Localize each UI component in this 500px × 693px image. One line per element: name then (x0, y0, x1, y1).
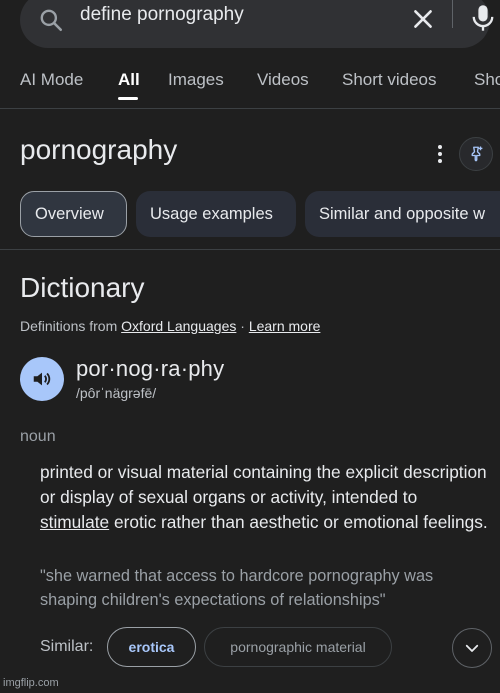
oxford-languages-link[interactable]: Oxford Languages (121, 318, 236, 334)
tab-shopping[interactable]: Sho (474, 70, 500, 90)
search-bar[interactable] (20, 0, 494, 48)
phonetic-spelling: /pôrˈnäɡrəfē/ (76, 385, 157, 401)
clear-icon[interactable] (410, 6, 436, 32)
similar-chip-pornographic-material[interactable]: pornographic material (204, 627, 392, 667)
watermark: imgflip.com (3, 677, 59, 689)
search-icon (40, 9, 63, 32)
term-title: pornography (20, 134, 178, 165)
tab-ai-mode[interactable]: AI Mode (20, 70, 83, 90)
chevron-down-icon (465, 644, 479, 652)
dictionary-source: Definitions from Oxford Languages · Lear… (20, 318, 320, 334)
tab-videos[interactable]: Videos (257, 70, 309, 90)
speaker-icon (33, 372, 51, 386)
usage-example: "she warned that access to hardcore porn… (40, 567, 434, 609)
tab-all[interactable]: All (118, 70, 140, 90)
expand-button[interactable] (452, 628, 492, 668)
tabs-divider (0, 108, 500, 109)
more-vert-icon[interactable] (432, 143, 448, 165)
source-prefix: Definitions from (20, 318, 118, 334)
learn-more-link[interactable]: Learn more (249, 318, 321, 334)
chip-similar-opposite[interactable]: Similar and opposite w (305, 191, 500, 237)
stimulate-link[interactable]: stimulate (40, 512, 109, 532)
pronunciation-button[interactable] (20, 357, 64, 401)
chip-row: Overview Usage examples Similar and oppo… (20, 191, 500, 237)
search-input[interactable] (80, 4, 380, 26)
similar-label: Similar: (40, 638, 94, 655)
syllabified-word: por·nog·ra·phy (76, 356, 225, 381)
source-separator: · (240, 318, 245, 334)
active-tab-indicator (118, 97, 138, 100)
tab-images[interactable]: Images (168, 70, 224, 90)
chip-overview[interactable]: Overview (20, 191, 127, 237)
pin-icon (471, 146, 483, 162)
search-divider (452, 0, 453, 28)
part-of-speech: noun (20, 428, 56, 445)
dictionary-heading: Dictionary (20, 272, 145, 303)
search-tabs: AI Mode All Images Videos Short videos S… (0, 62, 500, 108)
chip-usage-examples[interactable]: Usage examples (136, 191, 296, 237)
section-divider (0, 249, 500, 250)
definition-after: erotic rather than aesthetic or emotiona… (113, 512, 488, 532)
definition-text: printed or visual material containing th… (40, 460, 490, 535)
tab-short-videos[interactable]: Short videos (342, 70, 437, 90)
pin-button[interactable] (459, 137, 493, 171)
similar-chip-erotica[interactable]: erotica (107, 627, 196, 667)
definition-before: printed or visual material containing th… (40, 462, 487, 507)
mic-icon[interactable] (469, 3, 497, 33)
